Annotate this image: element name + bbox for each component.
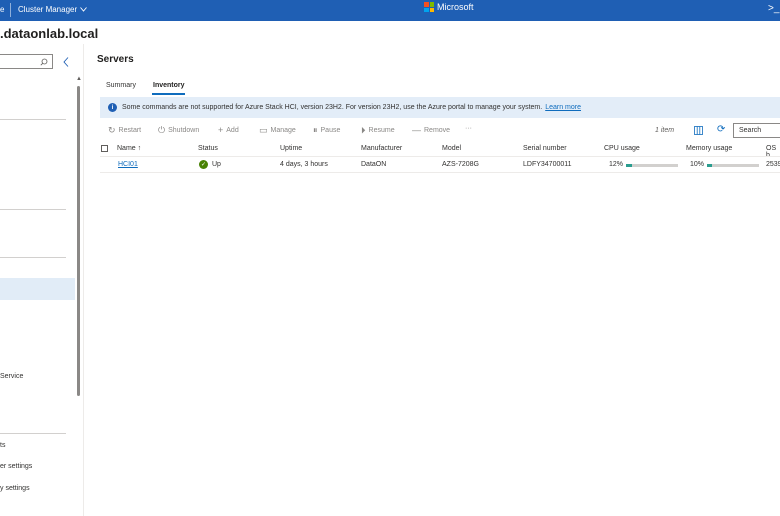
nav-item-service[interactable]: Service: [0, 373, 23, 380]
status-text: Up: [212, 161, 221, 168]
column-options-icon[interactable]: [694, 126, 703, 135]
pause-label: Pause: [320, 127, 341, 134]
learn-more-link[interactable]: Learn more: [545, 104, 581, 111]
info-icon: i: [108, 103, 117, 112]
header-divider: [100, 156, 780, 157]
brand-label: Microsoft: [437, 2, 474, 12]
tab-inventory[interactable]: Inventory: [153, 82, 185, 89]
nav-item-servers-selected[interactable]: [0, 278, 75, 300]
server-name-link[interactable]: HCI01: [118, 161, 138, 168]
nav-divider: [0, 119, 66, 120]
nav-divider: [0, 209, 66, 210]
status-ok-icon: ✓: [199, 160, 208, 169]
add-icon: +: [218, 125, 224, 135]
resume-icon: ⏵: [361, 125, 366, 135]
search-icon: [40, 58, 48, 66]
remove-icon: —: [412, 125, 421, 135]
select-all-checkbox[interactable]: [101, 145, 108, 152]
resume-button[interactable]: ⏵ Resume: [361, 125, 395, 136]
cpu-usage-bar: [626, 164, 678, 167]
pause-icon: ⏸: [313, 125, 318, 135]
serial-cell: LDFY34700011: [523, 161, 572, 168]
chevron-down-icon: [80, 7, 87, 12]
pause-button[interactable]: ⏸ Pause: [313, 125, 340, 136]
host-title: .dataonlab.local: [0, 26, 99, 41]
row-divider: [100, 172, 780, 173]
info-banner: i Some commands are not supported for Az…: [100, 97, 780, 118]
remove-label: Remove: [424, 126, 451, 134]
banner-text: Some commands are not supported for Azur…: [122, 104, 543, 111]
uptime-cell: 4 days, 3 hours: [280, 161, 328, 168]
column-header-cpu[interactable]: CPU usage: [604, 145, 640, 152]
column-header-status[interactable]: Status: [198, 145, 218, 152]
nav-item-server-settings[interactable]: er settings: [0, 463, 32, 470]
shutdown-label: Shutdown: [168, 127, 200, 134]
refresh-icon[interactable]: ⟳: [717, 124, 725, 135]
cluster-manager-label: Cluster Manager: [18, 5, 78, 14]
column-header-manufacturer[interactable]: Manufacturer: [361, 145, 402, 152]
microsoft-brand: Microsoft: [424, 2, 474, 12]
item-count: 1 item: [655, 127, 675, 134]
column-header-memory[interactable]: Memory usage: [686, 145, 732, 152]
restart-label: Restart: [118, 127, 142, 134]
memory-usage-bar: [707, 164, 759, 167]
tools-search-input[interactable]: [0, 54, 53, 69]
tab-summary[interactable]: Summary: [106, 82, 136, 89]
nav-item-security-settings[interactable]: y settings: [0, 485, 30, 492]
column-header-uptime[interactable]: Uptime: [280, 145, 302, 152]
model-cell: AZS-7208G: [442, 161, 479, 168]
breadcrumb-separator: [10, 3, 11, 17]
memory-usage-fill: [707, 164, 713, 167]
cpu-usage-text: 12%: [609, 161, 624, 168]
cluster-manager-menu[interactable]: Cluster Manager: [18, 5, 87, 14]
power-icon: ⏻: [158, 125, 166, 135]
column-header-model[interactable]: Model: [442, 145, 461, 152]
terminal-icon[interactable]: >_: [768, 3, 779, 14]
breadcrumb-home[interactable]: e: [0, 5, 4, 14]
manage-label: Manage: [270, 127, 296, 134]
top-bar: e Cluster Manager Microsoft >_: [0, 0, 780, 21]
resume-label: Resume: [368, 127, 395, 134]
add-button[interactable]: + Add: [218, 125, 239, 135]
active-tab-indicator: [152, 93, 185, 95]
scroll-up-icon[interactable]: ▲: [76, 76, 82, 82]
manufacturer-cell: DataON: [361, 161, 387, 168]
nav-scrollbar-thumb[interactable]: [77, 86, 80, 396]
manage-button[interactable]: ▭ Manage: [259, 125, 296, 136]
shutdown-button[interactable]: ⏻ Shutdown: [158, 125, 199, 136]
memory-usage-text: 10%: [690, 161, 705, 168]
pane-divider: [83, 44, 84, 516]
cpu-usage-fill: [626, 164, 633, 167]
os-build-cell: 2539: [766, 161, 780, 168]
nav-item-ts[interactable]: ts: [0, 442, 5, 449]
column-header-serial[interactable]: Serial number: [523, 145, 567, 152]
nav-divider: [0, 257, 66, 258]
nav-divider: [0, 433, 66, 434]
restart-button[interactable]: ↻ Restart: [108, 125, 141, 136]
chevron-left-icon[interactable]: [63, 57, 69, 67]
add-label: Add: [226, 126, 239, 134]
page-title: Servers: [97, 54, 134, 65]
restart-icon: ↻: [108, 125, 116, 135]
remove-button[interactable]: — Remove: [412, 125, 450, 135]
manage-icon: ▭: [259, 125, 268, 135]
column-header-name[interactable]: Name ↑: [117, 145, 141, 152]
microsoft-logo-icon: [424, 2, 434, 12]
grid-search-input[interactable]: Search: [733, 123, 780, 138]
more-actions-button[interactable]: ···: [465, 125, 472, 132]
